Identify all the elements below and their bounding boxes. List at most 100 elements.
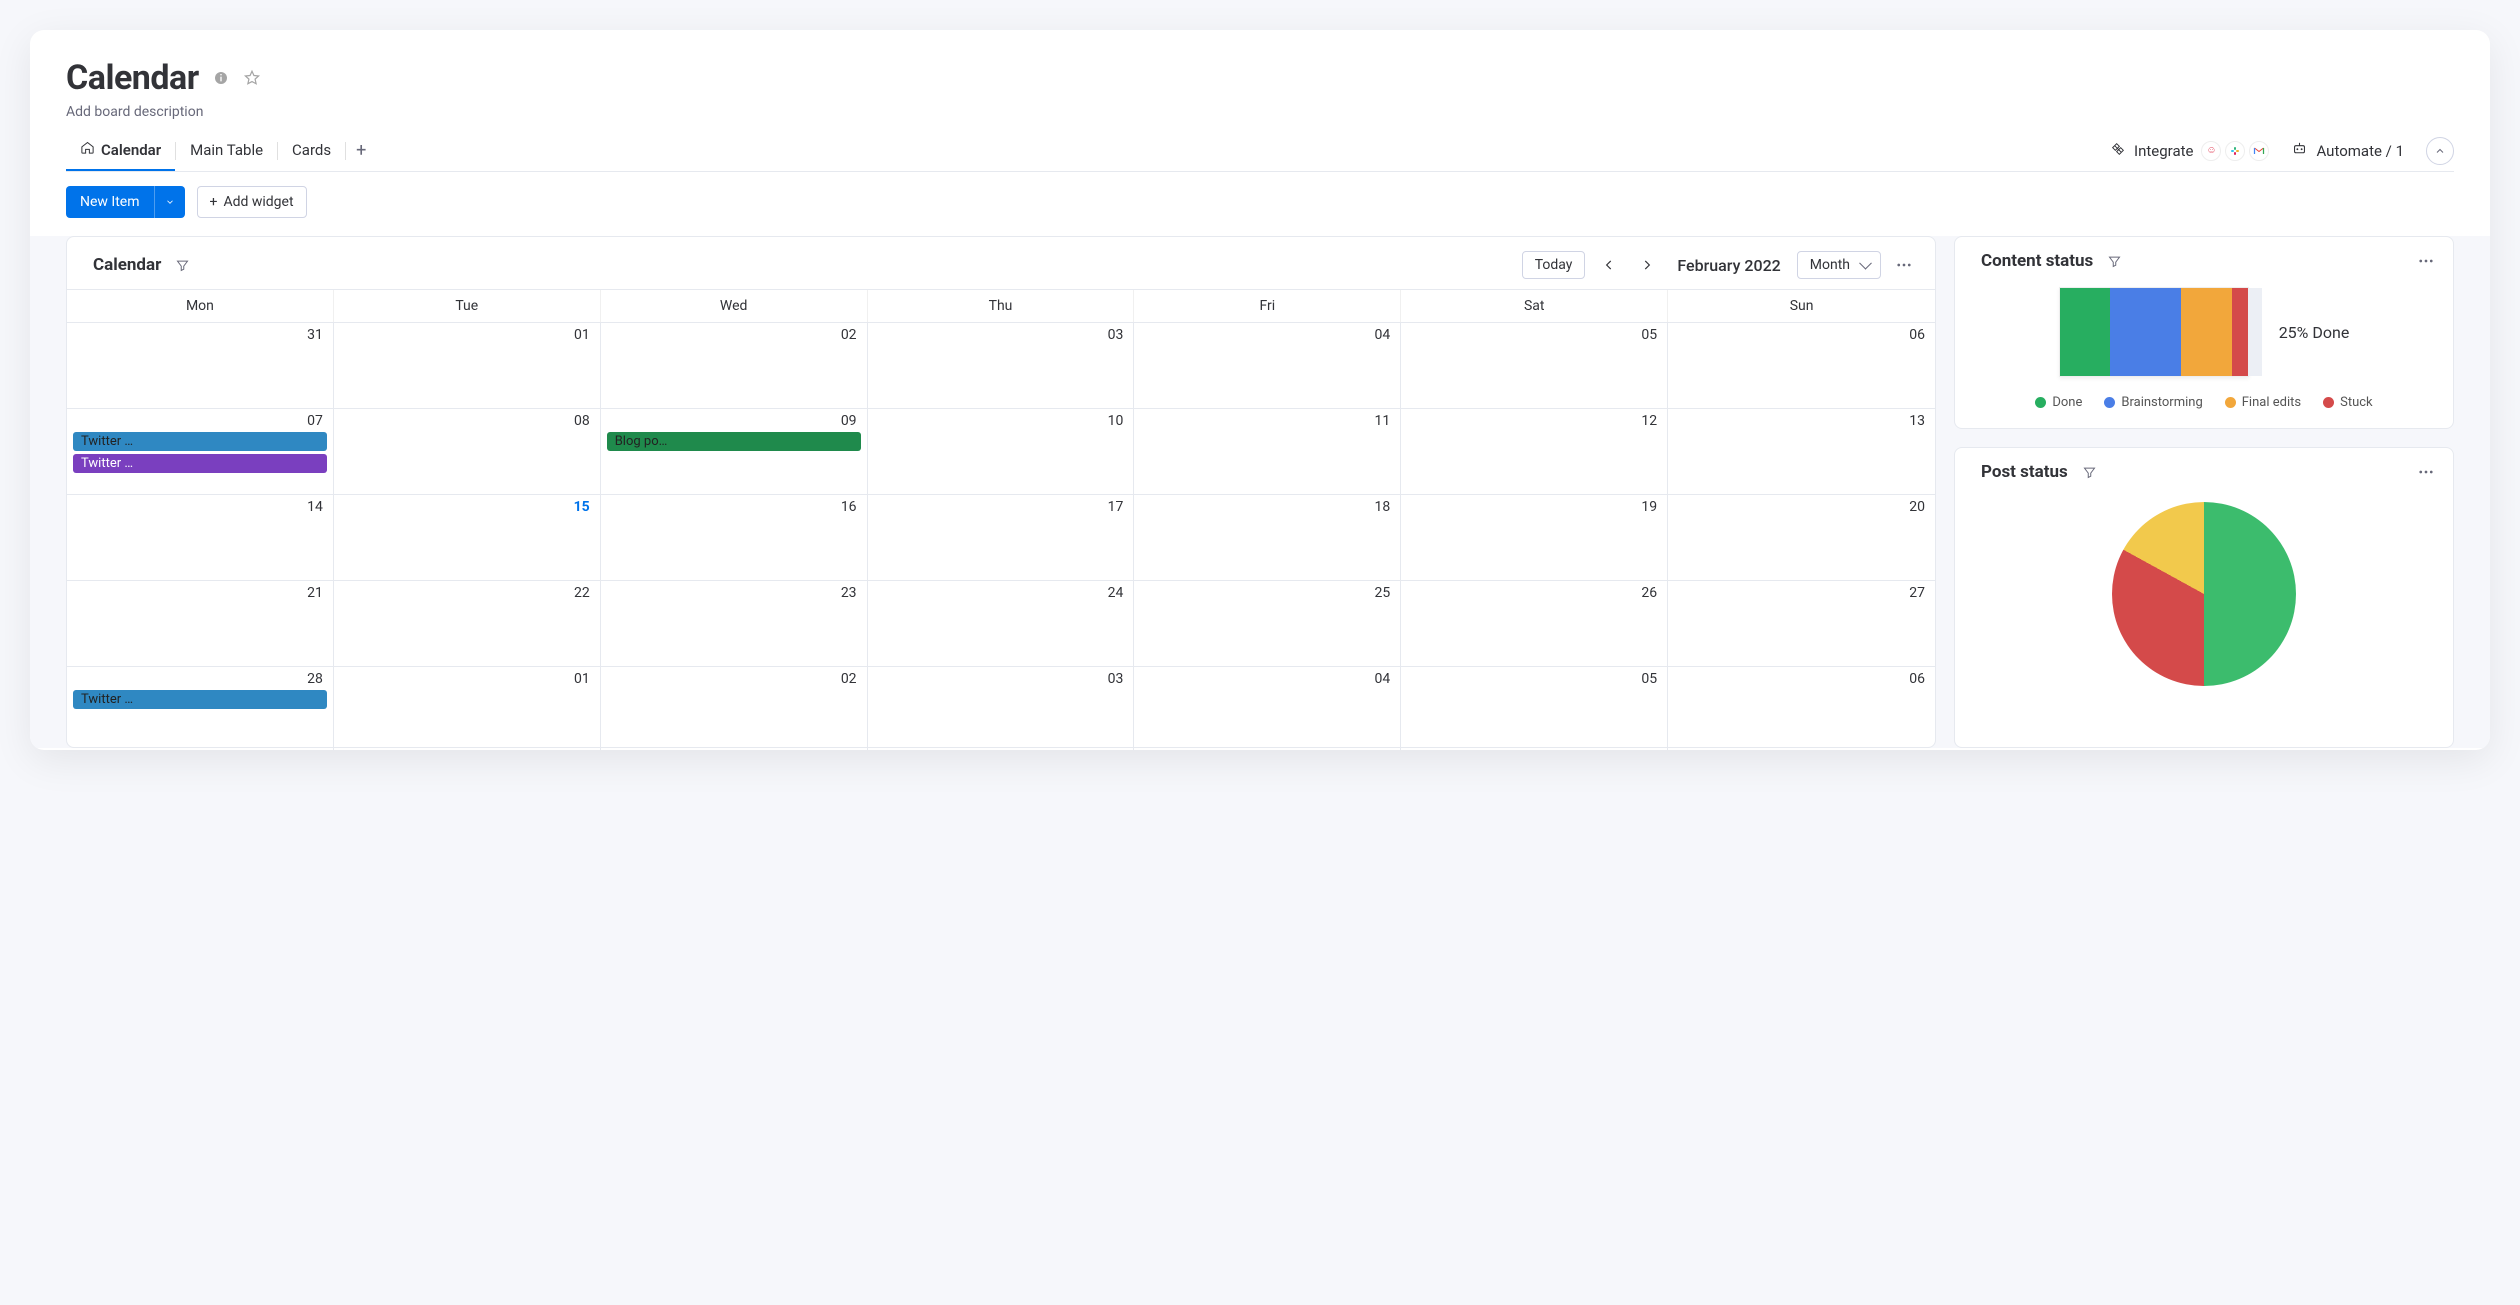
- filter-icon[interactable]: [2107, 254, 2122, 269]
- day-number: 14: [73, 499, 327, 515]
- board-header: Calendar: [66, 58, 2454, 98]
- tab-cards[interactable]: Cards: [278, 131, 345, 171]
- calendar-cell[interactable]: 07 Twitter … Twitter …: [67, 408, 334, 494]
- calendar-cell[interactable]: 12: [1401, 408, 1668, 494]
- calendar-cell[interactable]: 02: [601, 666, 868, 750]
- tabs-row: Calendar Main Table Cards + Integrate ☺: [66, 130, 2454, 172]
- content-status-widget: Content status 25% Done: [1954, 236, 2454, 429]
- calendar-grid: 3101020304050607Twitter …Twitter …0809Bl…: [67, 322, 1935, 750]
- prev-month-button[interactable]: [1595, 251, 1623, 279]
- calendar-cell[interactable]: 31: [67, 322, 334, 408]
- app-window: Calendar Add board description Calendar …: [30, 30, 2490, 750]
- calendar-cell[interactable]: 06: [1668, 666, 1935, 750]
- legend-dot-icon: [2323, 397, 2334, 408]
- calendar-cell[interactable]: 26: [1401, 580, 1668, 666]
- legend-label: Brainstorming: [2121, 395, 2202, 410]
- calendar-view-select[interactable]: Month: [1797, 251, 1881, 279]
- calendar-cell[interactable]: 22: [334, 580, 601, 666]
- day-number: 23: [607, 585, 861, 601]
- home-icon: [80, 140, 95, 159]
- calendar-cell[interactable]: 09Blog po…: [601, 408, 868, 494]
- filter-icon[interactable]: [2082, 465, 2097, 480]
- more-icon[interactable]: [2417, 463, 2435, 481]
- calendar-widget-header: Calendar Today February 2022 Month: [67, 237, 1935, 289]
- calendar-event[interactable]: Blog po…: [607, 432, 861, 451]
- bar-remainder: [2248, 288, 2262, 376]
- calendar-cell[interactable]: 23: [601, 580, 868, 666]
- calendar-cell[interactable]: 06: [1668, 322, 1935, 408]
- tab-calendar[interactable]: Calendar: [66, 130, 175, 171]
- calendar-cell[interactable]: 11: [1134, 408, 1401, 494]
- tab-label: Calendar: [101, 141, 161, 159]
- calendar-cell[interactable]: 13: [1668, 408, 1935, 494]
- legend-label: Done: [2052, 395, 2082, 410]
- day-number: 26: [1407, 585, 1661, 601]
- calendar-cell[interactable]: 02: [601, 322, 868, 408]
- calendar-cell[interactable]: 01: [334, 322, 601, 408]
- calendar-cell[interactable]: 15: [334, 494, 601, 580]
- legend-item: Final edits: [2225, 395, 2301, 410]
- robot-icon: [2291, 140, 2308, 161]
- calendar-cell[interactable]: 04: [1134, 322, 1401, 408]
- calendar-cell[interactable]: 27: [1668, 580, 1935, 666]
- add-widget-button[interactable]: + Add widget: [197, 186, 307, 218]
- calendar-cell[interactable]: 18: [1134, 494, 1401, 580]
- day-number: 13: [1674, 413, 1929, 429]
- calendar-cell[interactable]: 10: [868, 408, 1135, 494]
- board-description-placeholder[interactable]: Add board description: [66, 104, 2454, 120]
- bar-segment: [2232, 288, 2248, 376]
- more-icon[interactable]: [1891, 256, 1917, 274]
- day-number: 03: [874, 671, 1128, 687]
- plug-icon: [2110, 141, 2126, 161]
- info-icon[interactable]: [213, 70, 229, 86]
- calendar-event[interactable]: Twitter …: [73, 690, 327, 709]
- calendar-cell[interactable]: 16: [601, 494, 868, 580]
- calendar-cell[interactable]: 14: [67, 494, 334, 580]
- tab-label: Main Table: [190, 141, 263, 159]
- calendar-event[interactable]: Twitter …: [73, 454, 327, 473]
- calendar-cell[interactable]: 19: [1401, 494, 1668, 580]
- weekday-label: Mon: [67, 290, 334, 322]
- calendar-cell[interactable]: 21: [67, 580, 334, 666]
- integrate-button[interactable]: Integrate ☺: [2110, 141, 2269, 161]
- bar-segment: [2181, 288, 2232, 376]
- new-item-button[interactable]: New Item: [66, 186, 154, 218]
- calendar-cell[interactable]: 25: [1134, 580, 1401, 666]
- calendar-cell[interactable]: 20: [1668, 494, 1935, 580]
- header-right-actions: Integrate ☺ Automate / 1: [2110, 137, 2454, 165]
- calendar-widget: Calendar Today February 2022 Month: [66, 236, 1936, 748]
- today-button[interactable]: Today: [1522, 251, 1586, 279]
- calendar-cell[interactable]: 28Twitter …: [67, 666, 334, 750]
- calendar-cell[interactable]: 04: [1134, 666, 1401, 750]
- calendar-cell[interactable]: 03: [868, 322, 1135, 408]
- filter-icon[interactable]: [175, 258, 190, 273]
- day-number: 25: [1140, 585, 1394, 601]
- content-status-title: Content status: [1981, 251, 2093, 271]
- calendar-cell[interactable]: 05: [1401, 322, 1668, 408]
- legend-dot-icon: [2104, 397, 2115, 408]
- bar-segment: [2110, 288, 2181, 376]
- content-status-done-label: 25% Done: [2279, 323, 2350, 342]
- post-status-title: Post status: [1981, 462, 2068, 482]
- legend-item: Stuck: [2323, 395, 2373, 410]
- day-number: 21: [73, 585, 327, 601]
- content-area: Calendar Today February 2022 Month: [30, 236, 2490, 748]
- automate-button[interactable]: Automate / 1: [2291, 140, 2404, 161]
- new-item-dropdown[interactable]: [154, 186, 185, 218]
- calendar-cell[interactable]: 17: [868, 494, 1135, 580]
- calendar-cell[interactable]: 08: [334, 408, 601, 494]
- add-view-button[interactable]: +: [346, 134, 376, 167]
- calendar-event[interactable]: Twitter …: [73, 432, 327, 451]
- collapse-header-button[interactable]: [2426, 137, 2454, 165]
- calendar-cell[interactable]: 24: [868, 580, 1135, 666]
- calendar-cell[interactable]: 05: [1401, 666, 1668, 750]
- more-icon[interactable]: [2417, 252, 2435, 270]
- next-month-button[interactable]: [1633, 251, 1661, 279]
- calendar-cell[interactable]: 01: [334, 666, 601, 750]
- day-number: 07: [73, 413, 327, 429]
- tab-main-table[interactable]: Main Table: [176, 131, 277, 171]
- post-status-widget: Post status: [1954, 447, 2454, 748]
- star-icon[interactable]: [243, 69, 261, 87]
- gmail-icon: [2249, 141, 2269, 161]
- calendar-cell[interactable]: 03: [868, 666, 1135, 750]
